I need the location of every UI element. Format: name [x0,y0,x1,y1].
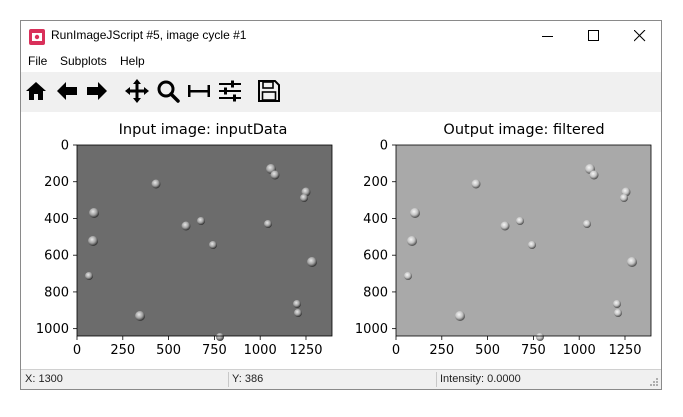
y-tick-label: 600 [363,249,388,264]
x-tick-label: 250 [429,343,454,358]
y-tick-label: 0 [61,139,69,154]
app-window: RunImageJScript #5, image cycle #1 File … [20,20,662,390]
zoom-icon [157,80,180,103]
plot-title: Input image: inputData [119,122,288,138]
y-tick-label: 400 [44,212,69,227]
image-input[interactable] [77,145,332,336]
home-icon [26,82,46,100]
close-button[interactable] [617,21,663,51]
x-tick-label: 1000 [563,343,596,358]
x-tick-label: 750 [521,343,546,358]
status-y: Y: 386 [232,373,264,385]
status-bar: X: 1300 Y: 386 Intensity: 0.0000 [21,369,661,389]
subplots-adjust-button[interactable] [186,78,212,104]
resize-grip-icon[interactable] [649,377,659,387]
image-output[interactable] [396,145,651,336]
configure-button[interactable] [217,78,243,104]
figure-svg[interactable]: Input image: inputData 0 250 500 750 100… [21,112,661,369]
x-tick-label: 0 [392,343,400,358]
x-tick-label: 250 [110,343,135,358]
y-tick-label: 200 [44,175,69,190]
x-tick-label: 1250 [608,343,641,358]
title-bar[interactable]: RunImageJScript #5, image cycle #1 [21,21,661,52]
figure-canvas[interactable]: Input image: inputData 0 250 500 750 100… [21,112,661,369]
menu-help[interactable]: Help [120,54,145,68]
toolbar [21,72,661,112]
back-button[interactable] [54,78,80,104]
y-tick-label: 0 [380,139,388,154]
x-tick-label: 1000 [244,343,277,358]
minimize-icon [542,36,553,37]
axes-output[interactable]: Output image: filtered 0 250 500 750 100… [355,122,652,358]
status-separator [436,372,437,387]
y-tick-label: 800 [44,285,69,300]
y-tick-label: 1000 [36,322,69,337]
save-icon [258,80,280,102]
pan-icon [125,79,149,103]
save-button[interactable] [256,78,282,104]
y-tick-label: 800 [363,285,388,300]
x-tick-label: 1250 [289,343,322,358]
app-icon [29,29,45,45]
y-tick-label: 600 [44,249,69,264]
forward-button[interactable] [84,78,110,104]
plot-title: Output image: filtered [443,122,604,138]
menu-bar: File Subplots Help [21,52,661,72]
status-x: X: 1300 [25,373,63,385]
window-title: RunImageJScript #5, image cycle #1 [51,28,247,42]
configure-icon [219,80,241,102]
home-button[interactable] [23,78,49,104]
close-icon [634,30,646,42]
menu-file[interactable]: File [28,54,47,68]
x-tick-label: 500 [156,343,181,358]
y-tick-label: 400 [363,212,388,227]
forward-arrow-icon [87,82,107,100]
maximize-button[interactable] [571,21,617,51]
subplots-adjust-icon [188,85,210,97]
y-tick-label: 1000 [355,322,388,337]
menu-subplots[interactable]: Subplots [60,54,107,68]
back-arrow-icon [57,82,77,100]
zoom-button[interactable] [155,78,181,104]
status-intensity: Intensity: 0.0000 [440,373,521,385]
axes-input[interactable]: Input image: inputData 0 250 500 750 100… [36,122,333,358]
pan-button[interactable] [124,78,150,104]
maximize-icon [588,30,599,41]
x-tick-label: 500 [475,343,500,358]
minimize-button[interactable] [525,21,571,51]
x-tick-label: 750 [202,343,227,358]
status-separator [228,372,229,387]
y-tick-label: 200 [363,175,388,190]
x-tick-label: 0 [73,343,81,358]
